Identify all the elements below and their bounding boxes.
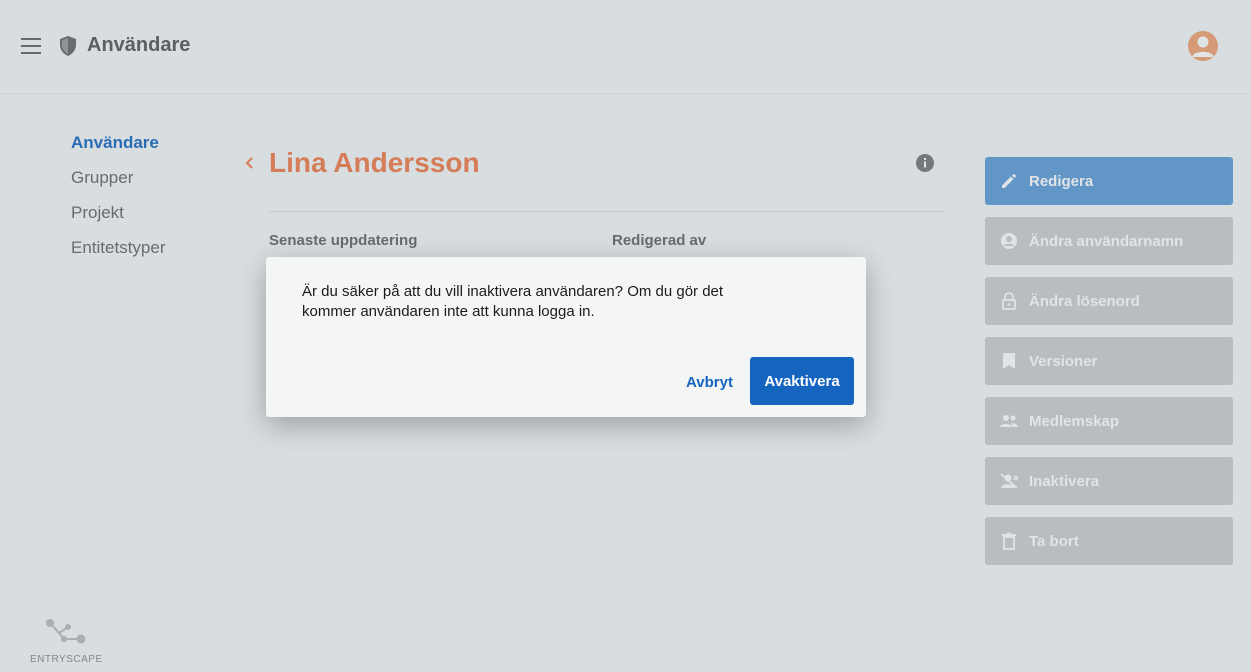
cancel-button[interactable]: Avbryt <box>678 360 741 404</box>
dialog-message: Är du säker på att du vill inaktivera an… <box>302 283 724 320</box>
confirm-dialog: Är du säker på att du vill inaktivera an… <box>266 257 866 417</box>
deactivate-confirm-button[interactable]: Avaktivera <box>750 357 854 405</box>
